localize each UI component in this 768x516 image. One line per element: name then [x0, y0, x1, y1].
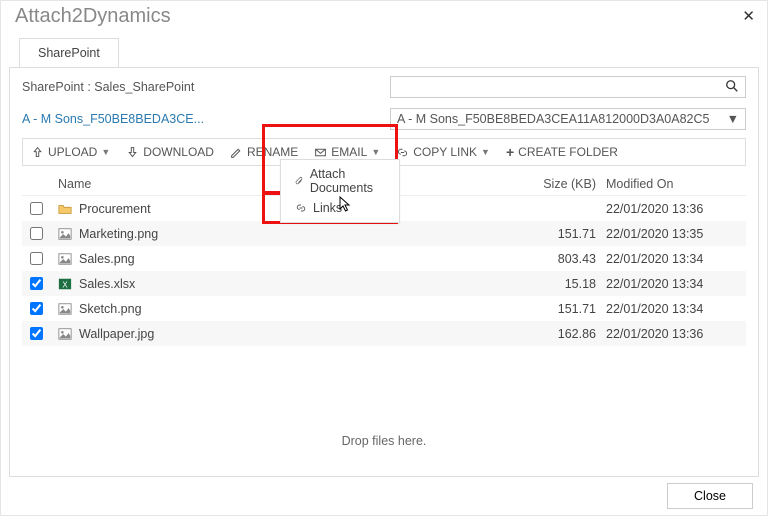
- file-size: 803.43: [526, 252, 606, 266]
- file-modified: 22/01/2020 13:35: [606, 227, 746, 241]
- footer: Close: [667, 483, 753, 509]
- copylink-button[interactable]: COPY LINK▼: [388, 139, 498, 165]
- file-name: Procurement: [79, 202, 151, 216]
- file-modified: 22/01/2020 13:36: [606, 327, 746, 341]
- search-icon[interactable]: [725, 79, 739, 96]
- drop-zone[interactable]: Drop files here.: [10, 406, 758, 476]
- create-folder-button[interactable]: + CREATE FOLDER: [498, 139, 626, 165]
- image-icon: [58, 327, 72, 341]
- file-modified: 22/01/2020 13:34: [606, 302, 746, 316]
- close-icon[interactable]: ✕: [742, 7, 755, 25]
- svg-text:X: X: [62, 280, 68, 289]
- cursor-icon: [339, 196, 353, 214]
- image-icon: [58, 302, 72, 316]
- title-bar: Attach2Dynamics: [1, 1, 767, 37]
- folder-select-value: A - M Sons_F50BE8BEDA3CEA11A812000D3A0A8…: [397, 112, 709, 126]
- table-row[interactable]: Wallpaper.jpg 162.8622/01/2020 13:36: [22, 321, 746, 346]
- tab-sharepoint[interactable]: SharePoint: [19, 38, 119, 68]
- search-box[interactable]: [390, 76, 746, 98]
- file-modified: 22/01/2020 13:34: [606, 252, 746, 266]
- row-checkbox[interactable]: [30, 302, 43, 315]
- folder-icon: [58, 202, 72, 216]
- row-checkbox[interactable]: [30, 327, 43, 340]
- chevron-down-icon: ▼: [101, 147, 110, 157]
- table-row[interactable]: X Sales.xlsx 15.1822/01/2020 13:34: [22, 271, 746, 296]
- folder-select[interactable]: A - M Sons_F50BE8BEDA3CEA11A812000D3A0A8…: [390, 108, 746, 130]
- col-mod[interactable]: Modified On: [606, 177, 746, 191]
- image-icon: [58, 227, 72, 241]
- row-checkbox[interactable]: [30, 202, 43, 215]
- col-size[interactable]: Size (KB): [526, 177, 606, 191]
- plus-icon: +: [506, 144, 514, 160]
- file-size: 15.18: [526, 277, 606, 291]
- dialog: Attach2Dynamics ✕ SharePoint SharePoint …: [0, 0, 768, 516]
- file-name: Sales.png: [79, 252, 135, 266]
- attach-documents-item[interactable]: Attach Documents: [281, 164, 399, 198]
- file-modified: 22/01/2020 13:34: [606, 277, 746, 291]
- excel-icon: X: [58, 277, 72, 291]
- upload-button[interactable]: UPLOAD▼: [23, 139, 118, 165]
- sharepoint-label: SharePoint : Sales_SharePoint: [22, 80, 382, 94]
- close-button[interactable]: Close: [667, 483, 753, 509]
- file-size: 151.71: [526, 227, 606, 241]
- row-checkbox[interactable]: [30, 277, 43, 290]
- table-row[interactable]: Marketing.png 151.7122/01/2020 13:35: [22, 221, 746, 246]
- file-name: Sketch.png: [79, 302, 142, 316]
- file-size: 162.86: [526, 327, 606, 341]
- row-checkbox[interactable]: [30, 252, 43, 265]
- file-name: Sales.xlsx: [79, 277, 135, 291]
- row-checkbox[interactable]: [30, 227, 43, 240]
- table-row[interactable]: Sketch.png 151.7122/01/2020 13:34: [22, 296, 746, 321]
- table-row[interactable]: Sales.png 803.4322/01/2020 13:34: [22, 246, 746, 271]
- file-name: Wallpaper.jpg: [79, 327, 154, 341]
- chevron-down-icon: ▼: [727, 112, 739, 126]
- file-size: 151.71: [526, 302, 606, 316]
- main-panel: SharePoint : Sales_SharePoint A - M Sons…: [9, 67, 759, 477]
- search-input[interactable]: [397, 80, 725, 94]
- image-icon: [58, 252, 72, 266]
- download-button[interactable]: DOWNLOAD: [118, 139, 222, 165]
- file-name: Marketing.png: [79, 227, 158, 241]
- app-title: Attach2Dynamics: [15, 5, 171, 27]
- file-modified: 22/01/2020 13:36: [606, 202, 746, 216]
- tab-row: SharePoint: [1, 37, 767, 67]
- chevron-down-icon: ▼: [481, 147, 490, 157]
